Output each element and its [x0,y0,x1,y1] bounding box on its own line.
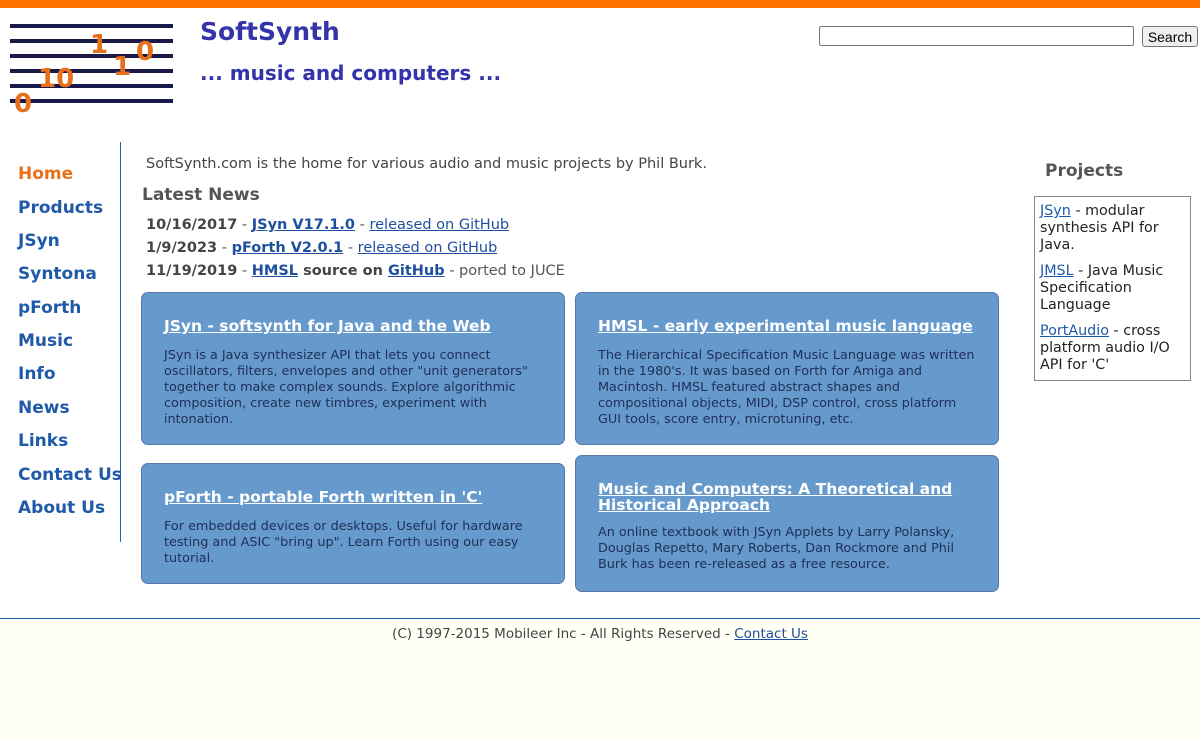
news-separator: - [237,217,252,233]
project-link-jmsl[interactable]: JMSL [1040,263,1074,279]
card-description: An online textbook with JSyn Applets by … [598,525,955,572]
card-title-link[interactable]: HMSL - early experimental music language [598,318,976,334]
intro-text: SoftSynth.com is the home for various au… [146,156,707,172]
logo-digit: 1 [113,52,131,82]
news-item: 11/19/2019 - HMSL source on GitHub - por… [146,263,565,279]
logo-digit: 0 [136,37,154,67]
news-item: 1/9/2023 - pForth V2.0.1 - released on G… [146,240,497,256]
news-date: 10/16/2017 [146,217,238,233]
project-link-jsyn[interactable]: JSyn [1040,203,1071,219]
news-item: 10/16/2017 - JSyn V17.1.0 - released on … [146,217,509,233]
news-link-pforth[interactable]: pForth V2.0.1 [232,240,344,256]
news-separator: - [237,263,252,279]
latest-news-heading: Latest News [142,185,260,205]
news-link-github[interactable]: GitHub [388,263,445,279]
projects-heading: Projects [1045,161,1124,181]
projects-list: JSyn - modular synthesis API for Java. J… [1034,196,1191,381]
nav-item-about-us[interactable]: About Us [18,498,105,518]
news-date: 11/19/2019 [146,263,238,279]
search-button[interactable]: Search [1142,26,1198,47]
card-pforth: pForth - portable Forth written in 'C' F… [141,463,565,584]
site-tagline: ... music and computers ... [200,61,502,85]
site-footer: (C) 1997-2015 Mobileer Inc - All Rights … [0,626,1200,642]
card-title-link[interactable]: JSyn - softsynth for Java and the Web [164,318,542,334]
nav-item-info[interactable]: Info [18,364,56,384]
news-date: 1/9/2023 [146,240,218,256]
news-text: source on [298,263,388,279]
card-music-and-computers: Music and Computers: A Theoretical and H… [575,455,999,592]
news-link-github[interactable]: released on GitHub [358,240,498,256]
news-link-github[interactable]: released on GitHub [369,217,509,233]
project-item: JSyn - modular synthesis API for Java. [1040,203,1185,254]
nav-item-contact-us[interactable]: Contact Us [18,465,122,485]
nav-item-syntona[interactable]: Syntona [18,264,97,284]
news-text: - ported to JUCE [444,263,565,279]
copyright-text: (C) 1997-2015 Mobileer Inc - All Rights … [392,626,735,642]
news-separator: - [217,240,232,256]
news-separator: - [355,217,370,233]
nav-item-home[interactable]: Home [18,164,73,184]
card-description: The Hierarchical Specification Music Lan… [598,348,975,427]
card-description: JSyn is a Java synthesizer API that lets… [164,348,528,427]
search-input[interactable] [819,26,1134,46]
site-title[interactable]: SoftSynth [200,17,340,46]
logo-digit: 0 [14,89,32,116]
top-accent-bar [0,0,1200,8]
card-hmsl: HMSL - early experimental music language… [575,292,999,445]
project-link-portaudio[interactable]: PortAudio [1040,323,1109,339]
card-jsyn: JSyn - softsynth for Java and the Web JS… [141,292,565,445]
nav-item-products[interactable]: Products [18,198,103,218]
news-separator: - [343,240,358,256]
project-item: PortAudio - cross platform audio I/O API… [1040,323,1185,374]
news-link-jsyn[interactable]: JSyn V17.1.0 [252,217,355,233]
card-title-link[interactable]: pForth - portable Forth written in 'C' [164,489,542,505]
project-item: JMSL - Java Music Specification Language [1040,263,1185,314]
logo-digit: 10 [38,64,74,94]
nav-item-music[interactable]: Music [18,331,73,351]
footer-divider [0,618,1200,619]
footer-contact-link[interactable]: Contact Us [734,626,808,642]
logo-digit: 1 [90,30,108,60]
nav-item-pforth[interactable]: pForth [18,298,81,318]
nav-item-jsyn[interactable]: JSyn [18,231,60,251]
site-header: 1 1 0 10 0 SoftSynth ... music and compu… [0,8,1200,118]
news-link-hmsl[interactable]: HMSL [252,263,298,279]
card-title-link[interactable]: Music and Computers: A Theoretical and H… [598,481,976,513]
nav-item-links[interactable]: Links [18,431,68,451]
nav-item-news[interactable]: News [18,398,70,418]
softsynth-logo[interactable]: 1 1 0 10 0 [8,20,178,116]
card-description: For embedded devices or desktops. Useful… [164,519,523,566]
sidebar-nav: Home Products JSyn Syntona pForth Music … [0,142,122,542]
